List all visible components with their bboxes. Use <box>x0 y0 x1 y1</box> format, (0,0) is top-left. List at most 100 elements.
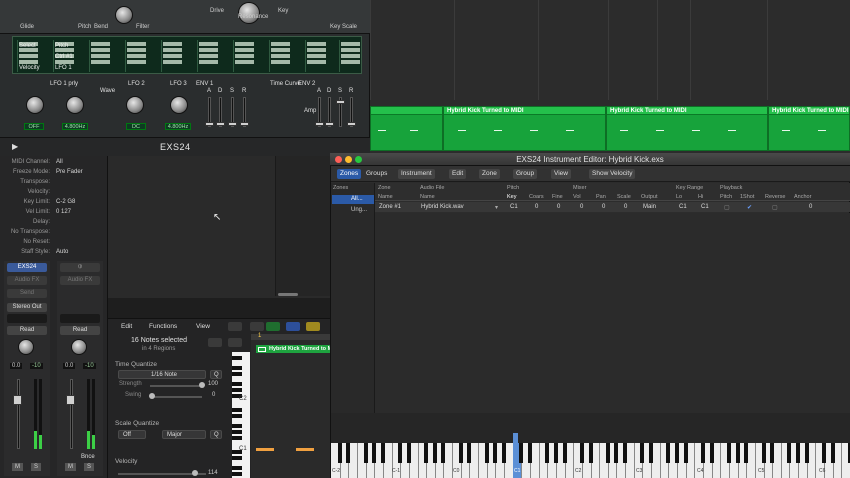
black-key[interactable] <box>796 443 801 463</box>
group-slot[interactable] <box>60 314 100 323</box>
track-region[interactable]: Hybrid Kick Turned to MIDI <box>768 106 850 151</box>
pr-region-label[interactable]: Hybrid Kick Turned to M <box>256 345 330 353</box>
prop-delay[interactable]: Delay: <box>4 219 104 227</box>
cell-fine[interactable]: 0 <box>557 204 560 210</box>
black-key[interactable] <box>527 443 532 463</box>
zoom-window-button[interactable] <box>355 156 362 163</box>
black-key[interactable] <box>458 443 463 463</box>
tracks-area[interactable]: Hybrid Kick Turned to MIDI Hybrid Kick T… <box>370 0 850 156</box>
black-key[interactable] <box>337 443 342 463</box>
black-key[interactable] <box>787 443 792 463</box>
black-key[interactable] <box>666 443 671 463</box>
tab-zones[interactable]: Zones <box>337 169 362 179</box>
lfo2-rate-knob[interactable] <box>126 96 144 114</box>
env1-sustain-cap[interactable] <box>228 122 237 126</box>
horizontal-scrollbar[interactable] <box>278 293 298 296</box>
black-key[interactable] <box>372 443 377 463</box>
hdr-reverse[interactable]: Reverse <box>765 194 785 200</box>
env1-attack-cap[interactable] <box>205 122 214 126</box>
lfo1-rate-knob[interactable] <box>66 96 84 114</box>
black-key[interactable] <box>579 443 584 463</box>
black-key[interactable] <box>761 443 766 463</box>
prop-no-reset[interactable]: No Reset: <box>4 239 104 247</box>
velocity-slider-knob[interactable] <box>192 470 198 476</box>
black-key[interactable] <box>623 443 628 463</box>
black-key[interactable] <box>424 443 429 463</box>
midi-in-icon[interactable] <box>250 322 264 331</box>
cell-vol[interactable]: 0 <box>580 204 583 210</box>
zone-menu[interactable]: Zone <box>479 169 500 179</box>
black-key[interactable] <box>493 443 498 463</box>
hdr-zone-name[interactable]: Name <box>378 194 393 200</box>
zone-range-marker[interactable] <box>513 433 518 443</box>
prop-key-limit[interactable]: Key Limit: C-2 G8 <box>4 199 104 207</box>
zones-list[interactable] <box>331 183 375 413</box>
pointer-tool-icon[interactable] <box>286 322 300 331</box>
black-key[interactable] <box>519 443 524 463</box>
show-velocity-button[interactable]: Show Velocity <box>589 169 636 179</box>
swing-slider-knob[interactable] <box>149 393 155 399</box>
pr-view-menu[interactable]: View <box>196 322 210 332</box>
hdr-hi[interactable]: Hi <box>698 194 703 200</box>
prop-freeze-mode[interactable]: Freeze Mode: Pre Fader <box>4 169 104 177</box>
black-key[interactable] <box>649 443 654 463</box>
black-key[interactable] <box>614 443 619 463</box>
black-key[interactable] <box>822 443 827 463</box>
cell-zone-name[interactable]: Zone #1 <box>379 204 401 210</box>
mute-button[interactable]: M <box>65 463 76 471</box>
hdr-file-name[interactable]: Name <box>420 194 435 200</box>
quantize-button[interactable]: Q <box>210 370 222 379</box>
env2-decay-cap[interactable] <box>325 122 334 126</box>
lfo1-eg-knob[interactable] <box>26 96 44 114</box>
hdr-output[interactable]: Output <box>641 194 658 200</box>
filter-knob[interactable] <box>115 6 133 24</box>
cell-pan[interactable]: 0 <box>602 204 605 210</box>
lfo3-rate-knob[interactable] <box>170 96 188 114</box>
tab-groups[interactable]: Groups <box>363 169 390 179</box>
cell-output[interactable]: Main <box>643 204 656 210</box>
black-key[interactable] <box>804 443 809 463</box>
prop-no-transpose[interactable]: No Transpose: <box>4 229 104 237</box>
cell-key[interactable]: C1 <box>510 204 518 210</box>
volume-fader[interactable] <box>70 379 73 449</box>
edit-menu[interactable]: Edit <box>449 169 467 179</box>
black-key[interactable] <box>398 443 403 463</box>
pr-note[interactable] <box>296 448 314 451</box>
volume-fader[interactable] <box>17 379 20 449</box>
black-key[interactable] <box>675 443 679 463</box>
cell-key-lo[interactable]: C1 <box>679 204 687 210</box>
zones-table-empty[interactable] <box>375 213 850 413</box>
instrument-menu[interactable]: Instrument <box>398 169 435 179</box>
hdr-pan[interactable]: Pan <box>596 194 606 200</box>
link-icon[interactable]: ⦶ <box>60 263 100 272</box>
black-key[interactable] <box>830 443 835 463</box>
note-step-icon[interactable] <box>208 338 222 347</box>
black-key[interactable] <box>467 443 472 463</box>
modulation-matrix[interactable]: Select Velocity Pitch Ctrl #1 LFO 1 <box>12 36 362 74</box>
cell-audio-file[interactable]: Hybrid Kick.wav <box>421 204 464 210</box>
black-key[interactable] <box>735 443 740 463</box>
pr-piano-keys[interactable] <box>232 352 250 478</box>
black-key[interactable] <box>770 443 775 463</box>
black-key[interactable] <box>346 443 351 463</box>
reverse-checkbox[interactable]: ▢ <box>772 204 778 211</box>
hdr-1shot[interactable]: 1Shot <box>740 194 754 200</box>
volume-fader-cap[interactable] <box>66 395 75 405</box>
strength-slider-knob[interactable] <box>199 382 205 388</box>
pr-functions-menu[interactable]: Functions <box>149 322 177 332</box>
prop-staff-style[interactable]: Staff Style: Auto <box>4 249 104 257</box>
black-key[interactable] <box>406 443 411 463</box>
black-key[interactable] <box>605 443 610 463</box>
link-icon[interactable] <box>306 322 320 331</box>
scale-quantize-button[interactable]: Q <box>210 430 222 439</box>
view-menu[interactable]: View <box>551 169 571 179</box>
instrument-slot[interactable]: EXS24 <box>7 263 47 272</box>
hdr-fine[interactable]: Fine <box>552 194 563 200</box>
env1-release-cap[interactable] <box>240 122 249 126</box>
pr-note[interactable] <box>256 448 274 451</box>
hdr-coarse[interactable]: Coars <box>529 194 544 200</box>
prop-midi-channel[interactable]: MIDI Channel: All <box>4 159 104 167</box>
solo-button[interactable]: S <box>84 463 95 471</box>
solo-button[interactable]: S <box>31 463 42 471</box>
group-slot[interactable] <box>7 314 47 323</box>
